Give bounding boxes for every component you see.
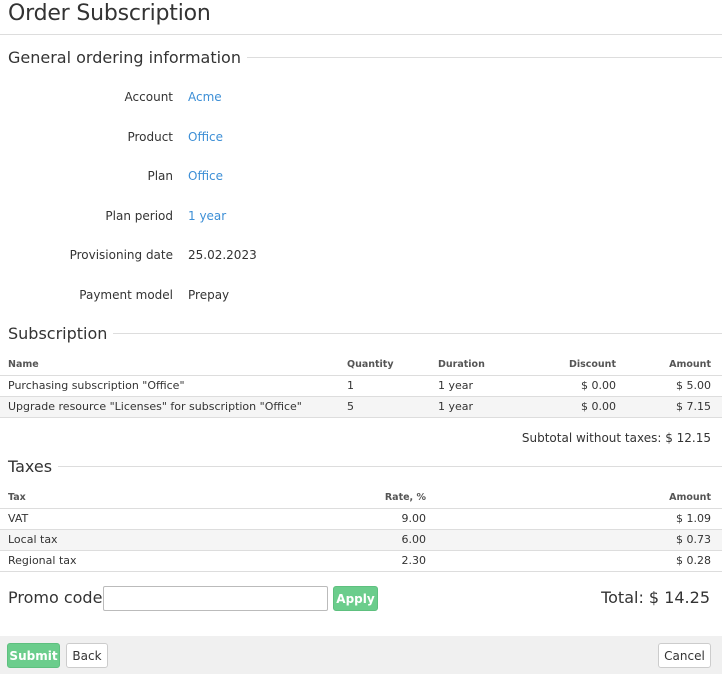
promo-code-label: Promo code: [8, 588, 103, 607]
tax-name: Regional tax: [0, 550, 300, 572]
provisioning-date-label: Provisioning date: [69, 248, 173, 262]
apply-promo-button[interactable]: Apply: [333, 586, 378, 611]
tax-name: VAT: [0, 508, 300, 530]
table-row: Regional tax 2.30 $ 0.28: [0, 550, 722, 572]
plan-link[interactable]: Office: [188, 169, 223, 183]
col-name: Name: [0, 355, 347, 376]
plan-period-link[interactable]: 1 year: [188, 209, 226, 223]
item-duration: 1 year: [438, 396, 513, 418]
section-divider: [58, 466, 722, 467]
item-amount: $ 5.00: [616, 375, 722, 397]
account-label: Account: [124, 90, 173, 104]
item-name: Purchasing subscription "Office": [0, 375, 347, 397]
item-amount: $ 7.15: [616, 396, 722, 418]
table-row: VAT 9.00 $ 1.09: [0, 508, 722, 530]
product-link[interactable]: Office: [188, 130, 223, 144]
col-tax-amount: Amount: [426, 488, 722, 509]
subscription-section-title: Subscription: [8, 324, 108, 343]
action-footer: [0, 636, 722, 674]
col-amount: Amount: [616, 355, 722, 376]
plan-row: Plan Office: [0, 167, 722, 187]
tax-rate: 2.30: [300, 550, 426, 572]
table-row: Purchasing subscription "Office" 1 1 yea…: [0, 375, 722, 397]
item-discount: $ 0.00: [513, 396, 616, 418]
item-quantity: 1: [347, 375, 438, 397]
tax-name: Local tax: [0, 529, 300, 551]
payment-model-label: Payment model: [79, 288, 173, 302]
page-title: Order Subscription: [8, 1, 211, 26]
table-row: Local tax 6.00 $ 0.73: [0, 529, 722, 551]
table-row: Upgrade resource "Licenses" for subscrip…: [0, 396, 722, 418]
payment-model-row: Payment model Prepay: [0, 286, 722, 306]
submit-button[interactable]: Submit: [7, 643, 60, 668]
taxes-table: Tax Rate, % Amount VAT 9.00 $ 1.09 Local…: [0, 488, 722, 572]
back-button[interactable]: Back: [66, 643, 108, 668]
col-duration: Duration: [438, 355, 513, 376]
plan-period-row: Plan period 1 year: [0, 207, 722, 227]
payment-model-value: Prepay: [188, 288, 230, 302]
provisioning-date-value: 25.02.2023: [188, 248, 257, 262]
product-label: Product: [127, 130, 173, 144]
promo-code-input[interactable]: [103, 586, 328, 611]
item-quantity: 5: [347, 396, 438, 418]
col-tax: Tax: [0, 488, 300, 509]
tax-amount: $ 1.09: [426, 508, 722, 530]
order-total: Total: $ 14.25: [601, 588, 710, 607]
title-divider: [0, 34, 722, 35]
subscription-section-header: Subscription: [8, 324, 722, 343]
subscription-table: Name Quantity Duration Discount Amount P…: [0, 355, 722, 418]
section-divider: [246, 57, 722, 58]
col-discount: Discount: [513, 355, 616, 376]
tax-rate: 6.00: [300, 529, 426, 551]
item-duration: 1 year: [438, 375, 513, 397]
account-link[interactable]: Acme: [188, 90, 222, 104]
section-divider: [113, 333, 722, 334]
table-header-row: Tax Rate, % Amount: [0, 488, 722, 509]
account-row: Account Acme: [0, 88, 722, 108]
item-discount: $ 0.00: [513, 375, 616, 397]
col-quantity: Quantity: [347, 355, 438, 376]
subtotal-text: Subtotal without taxes: $ 12.15: [521, 431, 711, 445]
taxes-section-title: Taxes: [8, 457, 53, 476]
tax-rate: 9.00: [300, 508, 426, 530]
col-rate: Rate, %: [300, 488, 426, 509]
taxes-section-header: Taxes: [8, 457, 722, 476]
plan-period-label: Plan period: [105, 209, 173, 223]
product-row: Product Office: [0, 128, 722, 148]
general-section-header: General ordering information: [8, 48, 722, 67]
tax-amount: $ 0.73: [426, 529, 722, 551]
general-section-title: General ordering information: [8, 48, 241, 67]
cancel-button[interactable]: Cancel: [658, 643, 711, 668]
table-header-row: Name Quantity Duration Discount Amount: [0, 355, 722, 376]
item-name: Upgrade resource "Licenses" for subscrip…: [0, 396, 347, 418]
plan-label: Plan: [147, 169, 173, 183]
tax-amount: $ 0.28: [426, 550, 722, 572]
provisioning-date-row: Provisioning date 25.02.2023: [0, 246, 722, 266]
